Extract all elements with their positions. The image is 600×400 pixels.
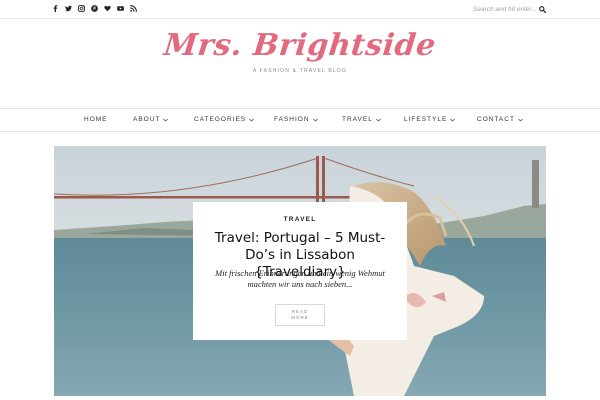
post-category[interactable]: TRAVEL	[193, 216, 407, 223]
rss-icon[interactable]	[130, 5, 137, 12]
social-links	[52, 5, 137, 12]
nav-item-label: CONTACT	[477, 116, 515, 123]
featured-post-card: TRAVEL Travel: Portugal – 5 Must-Do’s in…	[193, 202, 407, 340]
search-icon[interactable]	[539, 5, 546, 13]
nav-item-fashion[interactable]: FASHION	[274, 116, 318, 123]
chevron-down-icon	[312, 118, 318, 122]
read-more-button[interactable]: READ MORE	[275, 304, 325, 326]
nav-item-categories[interactable]: CATEGORIES	[194, 116, 254, 123]
chevron-down-icon	[249, 118, 254, 122]
nav-item-label: LIFESTYLE	[404, 116, 448, 123]
instagram-icon[interactable]	[78, 5, 85, 12]
twitter-icon[interactable]	[65, 5, 72, 12]
nav-item-lifestyle[interactable]: LIFESTYLE	[404, 116, 456, 123]
nav-item-travel[interactable]: TRAVEL	[342, 116, 381, 123]
nav-item-contact[interactable]: CONTACT	[477, 116, 523, 123]
youtube-icon[interactable]	[117, 5, 124, 12]
featured-post-slider[interactable]: TRAVEL Travel: Portugal – 5 Must-Do’s in…	[54, 146, 546, 396]
nav-item-label: TRAVEL	[342, 116, 373, 123]
facebook-icon[interactable]	[52, 5, 59, 12]
main-navigation: HOME ABOUT CATEGORIES FASHION TRAVEL LIF…	[0, 108, 600, 132]
nav-item-about[interactable]: ABOUT	[133, 116, 169, 123]
bloglovin-heart-icon[interactable]	[104, 5, 111, 12]
search-input[interactable]	[473, 3, 537, 15]
logo-title[interactable]: Mrs. Brightside	[162, 28, 438, 63]
nav-item-home[interactable]: HOME	[84, 116, 108, 123]
nav-item-label: CATEGORIES	[194, 116, 247, 123]
logo-tagline: A FASHION & TRAVEL BLOG	[252, 68, 348, 74]
chevron-down-icon	[163, 118, 169, 122]
search-bar	[473, 3, 546, 15]
chevron-down-icon	[518, 118, 523, 122]
chevron-down-icon	[375, 118, 381, 122]
chevron-down-icon	[450, 118, 456, 122]
nav-item-label: FASHION	[274, 116, 310, 123]
nav-item-label: HOME	[84, 116, 108, 123]
top-bar	[0, 0, 600, 19]
read-more-label-line2: MORE	[291, 315, 309, 320]
nav-item-label: ABOUT	[133, 116, 161, 123]
pinterest-icon[interactable]	[91, 5, 98, 12]
site-logo[interactable]: Mrs. Brightside A FASHION & TRAVEL BLOG	[0, 28, 600, 74]
post-excerpt: Mit frischen Erinnerungen und ein wenig …	[215, 268, 385, 289]
